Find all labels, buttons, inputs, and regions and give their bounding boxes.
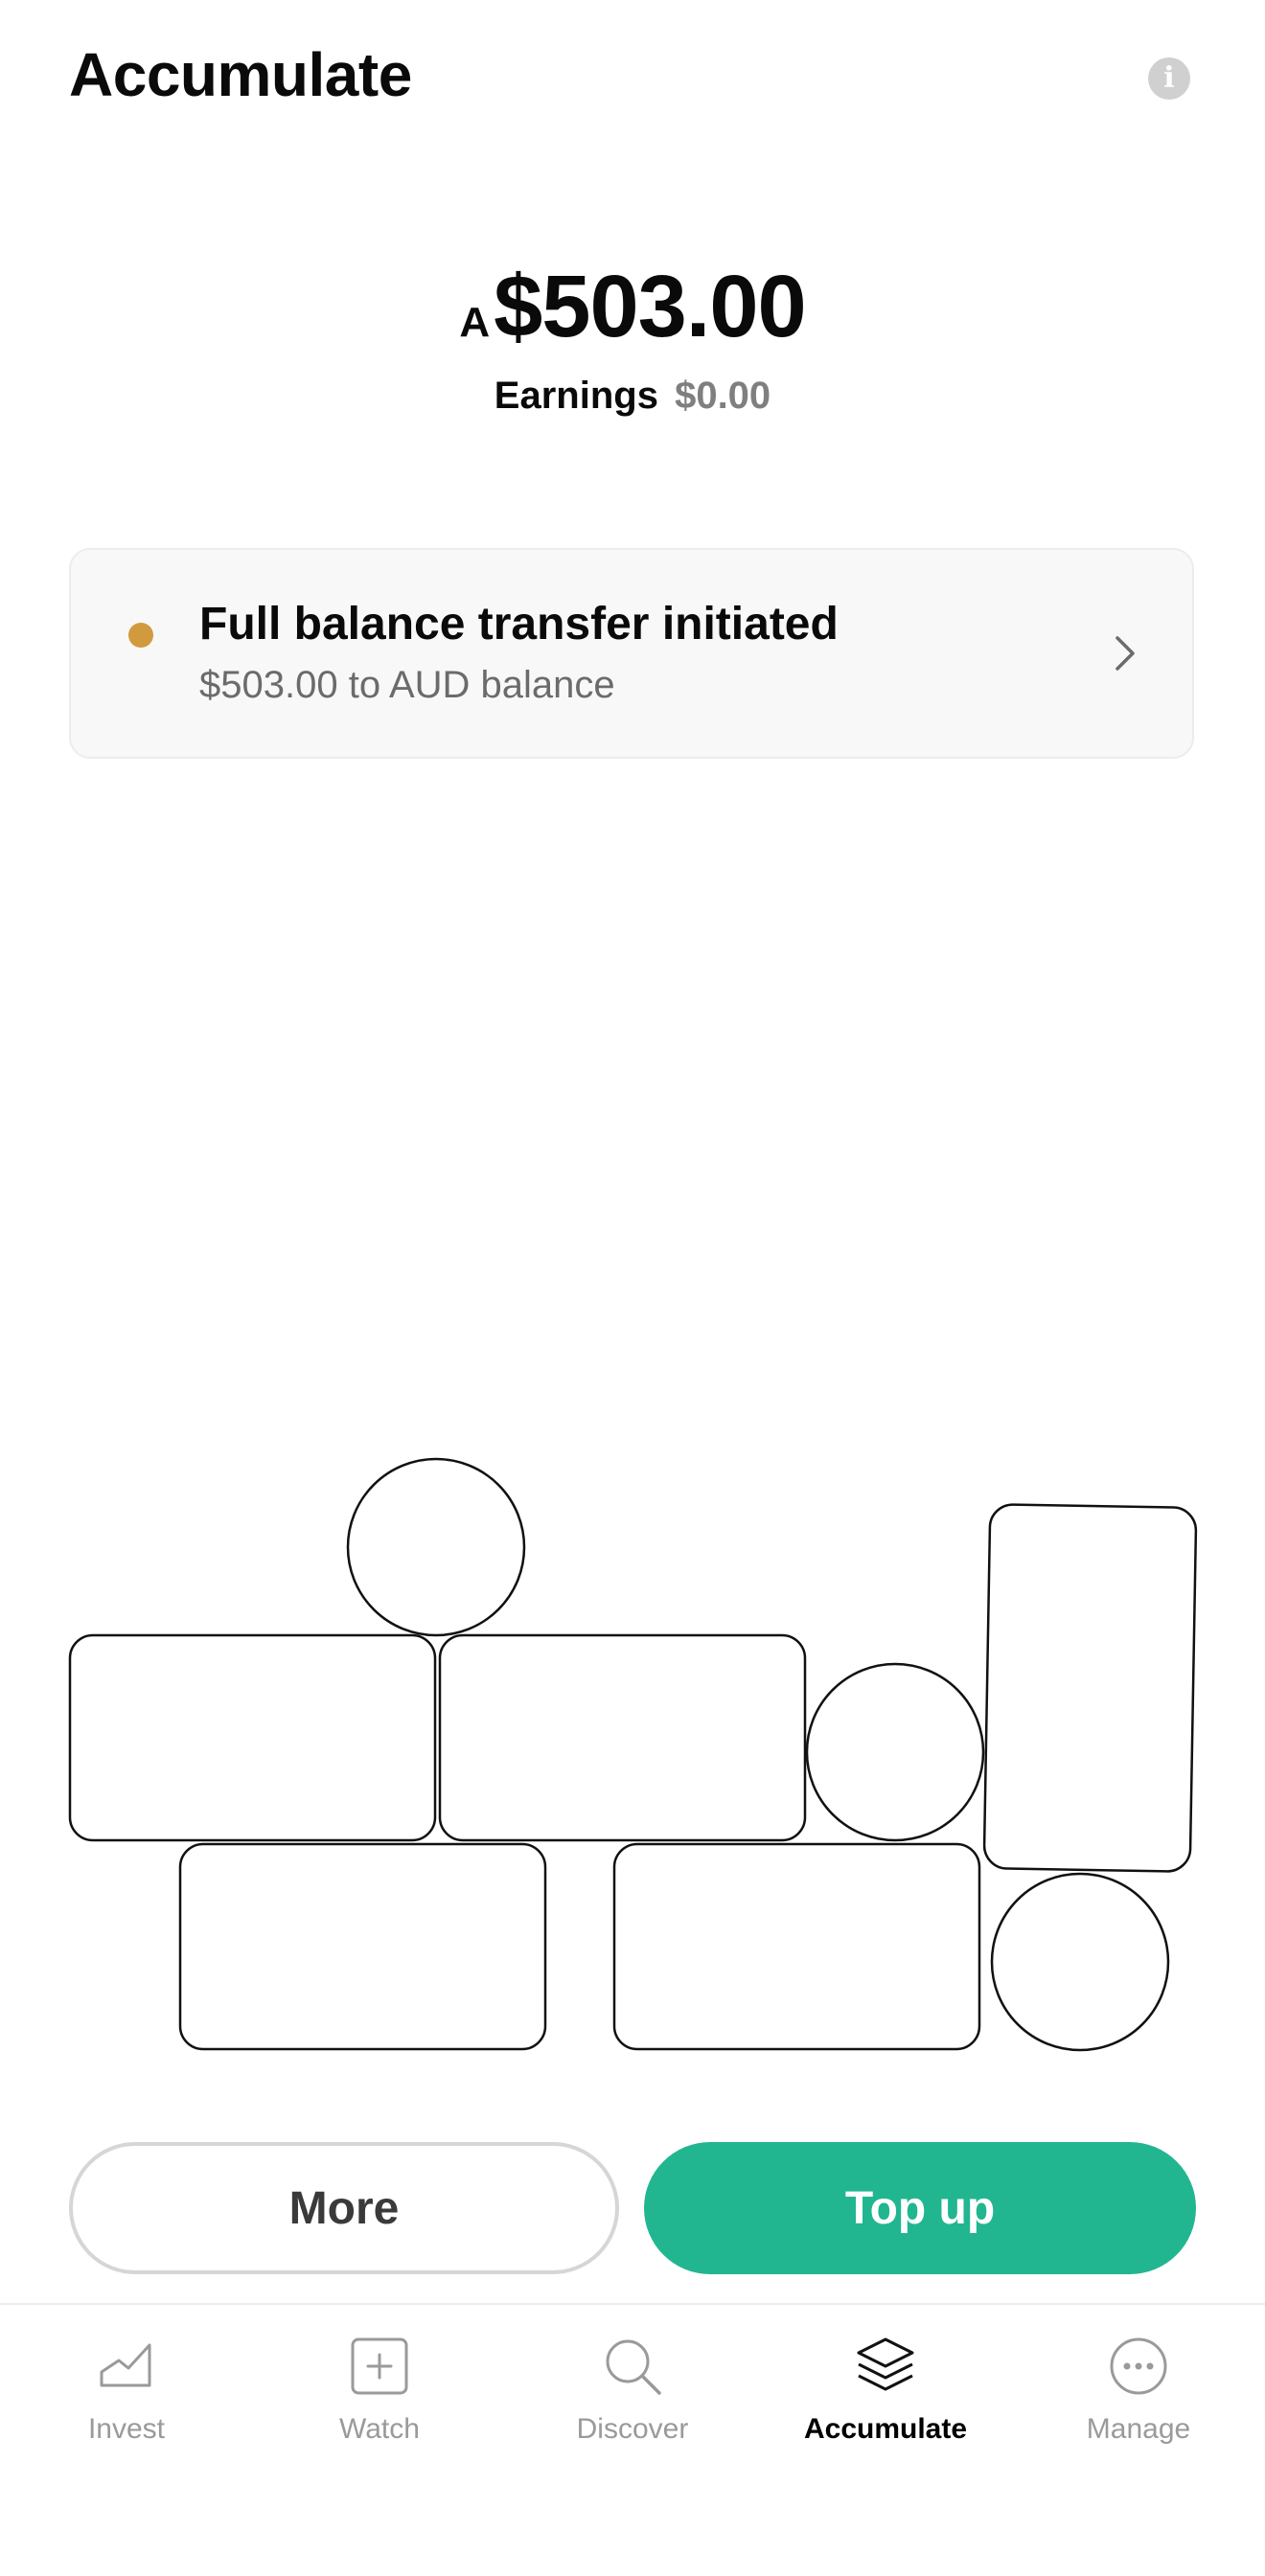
illustration-block	[178, 1842, 547, 2051]
earnings-row: Earnings $0.00	[0, 372, 1265, 420]
nav-label-accumulate: Accumulate	[803, 2413, 968, 2445]
transfer-notice-card[interactable]: Full balance transfer initiated $503.00 …	[69, 548, 1194, 759]
accumulate-screen: Accumulate i A$503.00 Earnings $0.00 Ful…	[0, 0, 1265, 2576]
nav-item-discover[interactable]: Discover	[506, 2334, 759, 2468]
add-square-icon	[351, 2337, 408, 2395]
illustration-block	[438, 1633, 807, 1842]
status-dot	[128, 623, 153, 648]
balance-display: A$503.00	[0, 259, 1265, 354]
top-up-button[interactable]: Top up	[644, 2142, 1196, 2274]
earnings-label: Earnings	[494, 375, 658, 417]
nav-label-invest: Invest	[87, 2413, 166, 2445]
nav-label-discover: Discover	[576, 2413, 689, 2445]
info-icon[interactable]: i	[1148, 57, 1190, 100]
page-title: Accumulate	[69, 40, 412, 109]
nav-label-manage: Manage	[1086, 2413, 1191, 2445]
bottom-nav: Invest Watch Discover Accumulate Manage	[0, 2303, 1265, 2576]
nav-item-manage[interactable]: Manage	[1012, 2334, 1265, 2468]
layers-icon	[857, 2337, 914, 2391]
notice-subtitle: $503.00 to AUD balance	[199, 664, 615, 706]
chevron-right-icon	[1116, 636, 1135, 671]
more-circle-icon	[1110, 2337, 1167, 2395]
notice-title: Full balance transfer initiated	[199, 599, 839, 650]
chart-icon	[100, 2343, 151, 2387]
earnings-value: $0.00	[675, 375, 771, 417]
currency-prefix: A	[459, 299, 491, 346]
nav-item-invest[interactable]: Invest	[0, 2334, 253, 2468]
illustration-block	[982, 1503, 1198, 1873]
nav-item-watch[interactable]: Watch	[253, 2334, 506, 2468]
info-glyph: i	[1163, 61, 1175, 95]
illustration-block	[68, 1633, 437, 1842]
nav-item-accumulate[interactable]: Accumulate	[759, 2334, 1012, 2468]
more-button[interactable]: More	[69, 2142, 619, 2274]
illustration-circle	[990, 1872, 1170, 2052]
search-icon	[606, 2339, 661, 2395]
balance-amount: $503.00	[494, 258, 807, 355]
illustration-block	[612, 1842, 981, 2051]
blocks-illustration	[68, 1457, 1198, 2052]
illustration-circle	[346, 1457, 526, 1637]
illustration-circle	[805, 1662, 985, 1842]
nav-label-watch: Watch	[339, 2413, 420, 2445]
